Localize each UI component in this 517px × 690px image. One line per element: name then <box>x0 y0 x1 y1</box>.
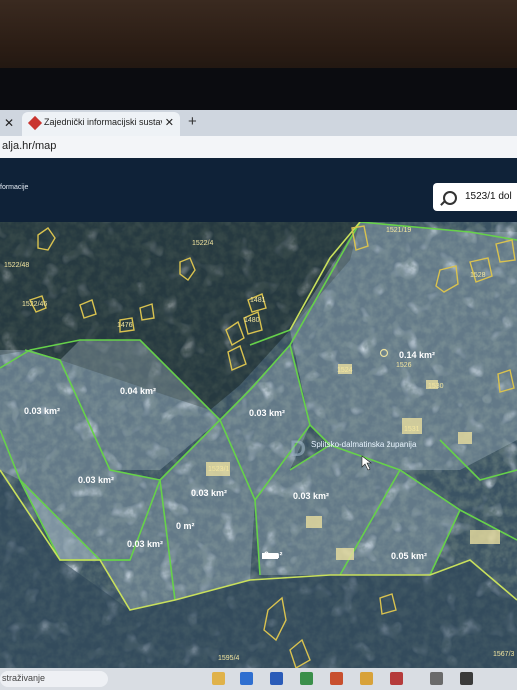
tab-title: Zajednički informacijski sustav ze <box>44 117 162 127</box>
browser-tab-bar: ✕ Zajednički informacijski sustav ze ✕ + <box>0 110 517 136</box>
browser-tab[interactable]: Zajednički informacijski sustav ze ✕ <box>22 112 180 136</box>
parcel-label: 1530 <box>428 383 444 390</box>
parcel-label: 1476 <box>117 322 133 329</box>
region-watermark: D <box>290 436 306 461</box>
excel-icon[interactable] <box>300 672 313 685</box>
parcel-label: 1522/46 <box>22 301 47 308</box>
area-label: 0 m² <box>264 550 283 560</box>
area-label: 0.03 km² <box>24 406 60 416</box>
taskbar-search-input[interactable]: straživanje <box>0 671 108 687</box>
app-icon-2[interactable] <box>390 672 403 685</box>
parcel-label: 1480 <box>244 317 260 324</box>
map-view[interactable]: 0.14 km² 0.04 km² 0.03 km² 0.03 km² 0.03… <box>0 222 517 668</box>
windows-taskbar: straživanje <box>0 668 517 690</box>
address-bar[interactable]: alja.hr/map <box>0 136 517 159</box>
browser-icon[interactable] <box>330 672 343 685</box>
parcel-label: 1522/48 <box>4 262 29 269</box>
area-label: 0.04 km² <box>120 386 156 396</box>
parcel-label: 1526 <box>396 362 412 369</box>
area-label: 0 m² <box>176 521 195 531</box>
area-label: 0.03 km² <box>127 539 163 549</box>
tab-close-icon[interactable]: ✕ <box>165 116 174 129</box>
taskbar-search-placeholder: straživanje <box>2 673 46 683</box>
search-input[interactable]: 1523/1 dol <box>433 183 517 211</box>
app-icon-4[interactable] <box>460 672 473 685</box>
app-icon-3[interactable] <box>430 672 443 685</box>
folder-icon[interactable] <box>360 672 373 685</box>
parcel-label: 1524 <box>337 367 353 374</box>
header-label[interactable]: formacije <box>0 184 28 191</box>
url-text: alja.hr/map <box>2 140 57 152</box>
word-icon[interactable] <box>270 672 283 685</box>
parcel-label: 1528 <box>470 272 486 279</box>
parcel-label: 1481 <box>250 297 266 304</box>
app-icon[interactable] <box>240 672 253 685</box>
area-label: 0.05 km² <box>391 551 427 561</box>
parcel-label: 1523/1 <box>208 466 230 473</box>
parcel-label: 1595/4 <box>218 655 240 662</box>
search-value: 1523/1 dol <box>465 191 512 202</box>
area-label: 0.03 km² <box>78 475 114 485</box>
close-icon[interactable]: ✕ <box>4 116 14 130</box>
parcel-label: 1521/19 <box>386 227 411 234</box>
parcel-label: 1531 <box>404 426 420 433</box>
area-label: 0.03 km² <box>293 491 329 501</box>
monitor-bezel <box>0 68 517 110</box>
area-label: 0.03 km² <box>249 408 285 418</box>
parcel-label: 1522/4 <box>192 240 214 247</box>
search-icon <box>443 191 457 205</box>
task-view-icon[interactable] <box>212 672 225 685</box>
area-label: 0.14 km² <box>399 350 435 360</box>
region-label: Splitsko-dalmatinska županija <box>311 440 417 449</box>
parcel-label: 1567/3 <box>493 651 515 658</box>
site-favicon-icon <box>27 115 43 131</box>
area-label: 0.03 km² <box>191 488 227 498</box>
new-tab-button[interactable]: + <box>188 113 197 130</box>
